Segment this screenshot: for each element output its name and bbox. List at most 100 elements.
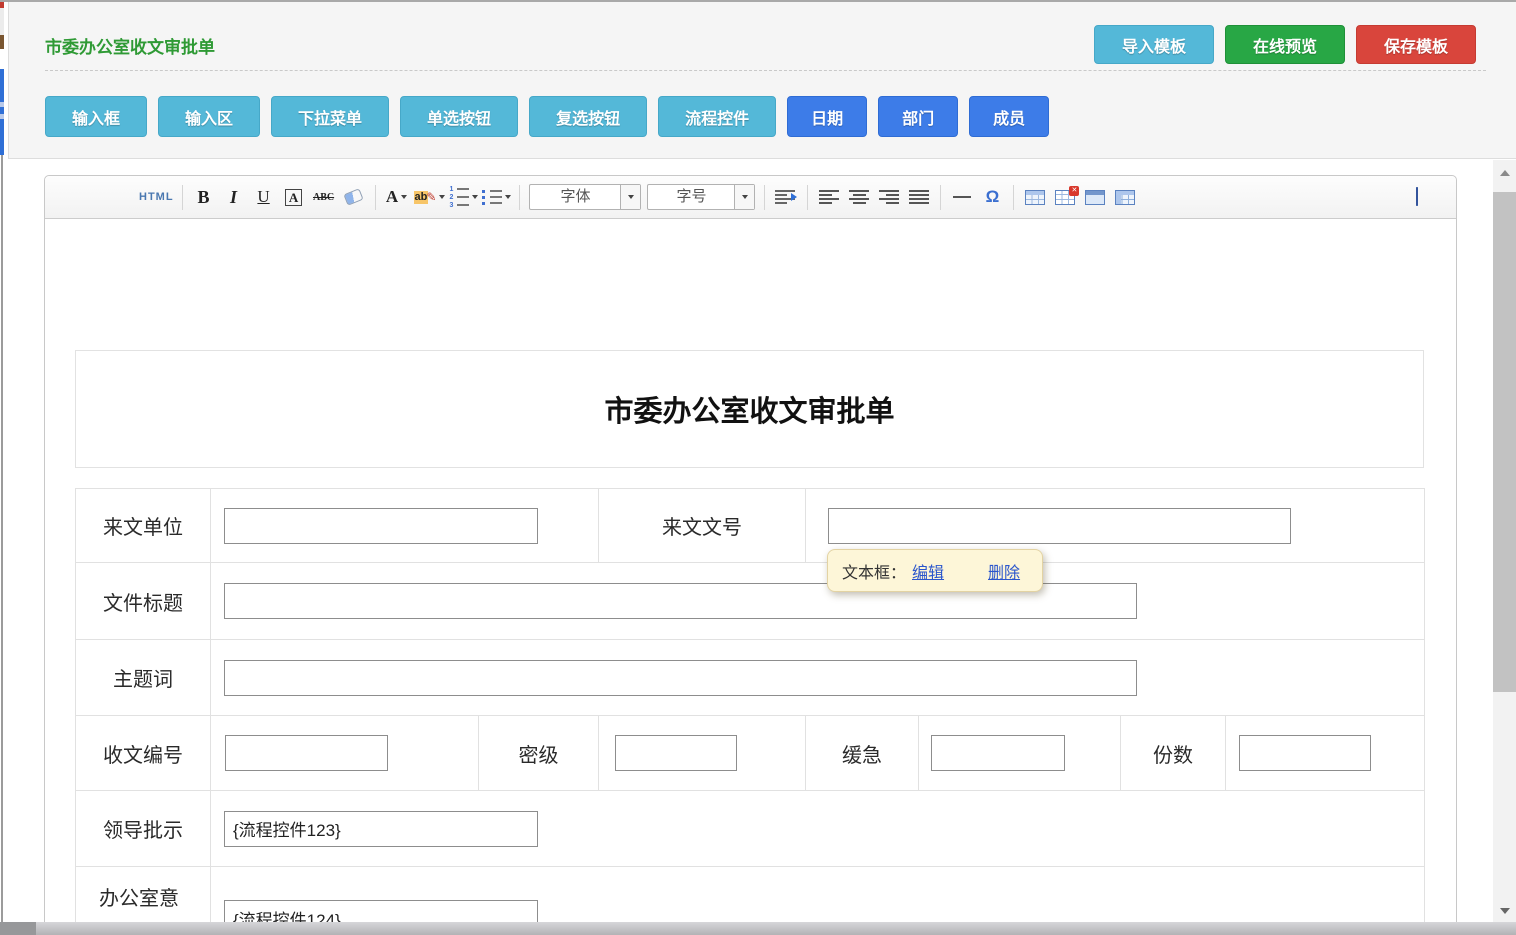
- toolbar-separator: [375, 185, 376, 210]
- chevron-down-icon: [505, 195, 511, 199]
- label-incoming-doc-number: 来文文号: [599, 489, 806, 563]
- scrollbar-thumb[interactable]: [1493, 192, 1516, 692]
- import-template-button[interactable]: 导入模板: [1094, 25, 1214, 64]
- receipt-number-input[interactable]: [225, 735, 388, 771]
- insert-table-button[interactable]: [1022, 184, 1048, 210]
- vertical-scrollbar[interactable]: [1493, 160, 1516, 935]
- control-toolbox: 输入框 输入区 下拉菜单 单选按钮 复选按钮 流程控件 日期 部门 成员: [45, 96, 1049, 137]
- chevron-down-icon[interactable]: [734, 185, 754, 209]
- toolbox-member-button[interactable]: 成员: [969, 96, 1049, 137]
- window-bottom-edge: [0, 922, 1516, 935]
- align-center-button[interactable]: [846, 184, 872, 210]
- urgency-input[interactable]: [931, 735, 1065, 771]
- delete-link[interactable]: 删除: [988, 559, 1020, 583]
- table-properties-button[interactable]: [1082, 184, 1108, 210]
- remove-format-eraser-button[interactable]: [341, 184, 367, 210]
- label-incoming-unit: 来文单位: [76, 489, 211, 563]
- unordered-list-icon: [482, 190, 502, 205]
- cell-properties-button[interactable]: [1112, 184, 1138, 210]
- special-char-button[interactable]: Ω: [979, 184, 1005, 210]
- subject-words-input[interactable]: [224, 660, 1137, 696]
- edit-link[interactable]: 编辑: [912, 559, 944, 583]
- page-title: 市委办公室收文审批单: [45, 33, 215, 58]
- toolbox-dropdown-button[interactable]: 下拉菜单: [271, 96, 389, 137]
- align-right-button[interactable]: [876, 184, 902, 210]
- incoming-unit-input[interactable]: [224, 508, 538, 544]
- align-left-icon: [819, 190, 839, 204]
- delete-table-button[interactable]: ✕: [1052, 184, 1078, 210]
- tooltip-prefix: 文本框：: [842, 559, 906, 583]
- font-color-button[interactable]: A: [384, 184, 410, 210]
- fullscreen-button[interactable]: [1404, 184, 1430, 210]
- toolbar-separator: [940, 185, 941, 210]
- ordered-list-icon: 1 2 3: [449, 187, 469, 208]
- strikethrough-button[interactable]: ABC: [311, 184, 337, 210]
- table-row: 文件标题: [76, 563, 1425, 640]
- header-panel: 市委办公室收文审批单 导入模板 在线预览 保存模板 输入框 输入区 下拉菜单 单…: [8, 2, 1516, 159]
- italic-button[interactable]: I: [221, 184, 247, 210]
- monitor-icon: [1416, 188, 1418, 206]
- highlight-color-button[interactable]: ab✎: [414, 184, 446, 210]
- security-level-input[interactable]: [615, 735, 737, 771]
- ordered-list-button[interactable]: 1 2 3: [449, 184, 478, 210]
- font-style-button[interactable]: A: [281, 184, 307, 210]
- toolbox-textarea-button[interactable]: 输入区: [158, 96, 260, 137]
- font-family-select[interactable]: 字体: [529, 184, 641, 210]
- html-source-button[interactable]: HTML: [139, 184, 174, 210]
- unordered-list-button[interactable]: [482, 184, 511, 210]
- strip-brown-segment: [0, 35, 4, 49]
- toolbar-separator: [182, 185, 183, 210]
- template-actions: 导入模板 在线预览 保存模板: [1094, 25, 1476, 64]
- align-center-icon: [849, 190, 869, 204]
- scroll-up-arrow[interactable]: [1493, 162, 1516, 184]
- incoming-doc-number-input[interactable]: [828, 508, 1291, 544]
- online-preview-button[interactable]: 在线预览: [1225, 25, 1345, 64]
- dotted-divider: [45, 70, 1486, 71]
- horizontal-rule-button[interactable]: [949, 184, 975, 210]
- align-justify-icon: [909, 190, 929, 204]
- underline-button[interactable]: U: [251, 184, 277, 210]
- arrow-down-icon: [1500, 908, 1510, 914]
- bold-button[interactable]: B: [191, 184, 217, 210]
- toolbox-checkbox-button[interactable]: 复选按钮: [529, 96, 647, 137]
- indent-button[interactable]: [773, 184, 799, 210]
- toolbox-date-button[interactable]: 日期: [787, 96, 867, 137]
- toolbar-separator: [807, 185, 808, 210]
- toolbox-department-button[interactable]: 部门: [878, 96, 958, 137]
- rich-text-editor: HTML B I U A ABC A ab✎ 1 2 3 字体: [44, 175, 1457, 935]
- form-title: 市委办公室收文审批单: [604, 388, 894, 430]
- chevron-down-icon: [401, 195, 407, 199]
- label-subject-words: 主题词: [76, 640, 211, 716]
- toolbox-input-box-button[interactable]: 输入框: [45, 96, 147, 137]
- editor-content-area[interactable]: 市委办公室收文审批单 来文单位 来文文号 文件标题: [45, 219, 1456, 934]
- textbox-context-tooltip: 文本框： 编辑 删除: [827, 549, 1043, 592]
- chevron-down-icon[interactable]: [620, 185, 640, 209]
- window-bottom-corner: [0, 922, 36, 935]
- leader-instructions-input[interactable]: [224, 811, 538, 847]
- arrow-up-icon: [1500, 170, 1510, 176]
- copies-input[interactable]: [1239, 735, 1371, 771]
- approval-form-table: 来文单位 来文文号 文件标题 主题词: [75, 488, 1425, 934]
- label-security-level: 密级: [479, 716, 599, 791]
- font-size-select[interactable]: 字号: [647, 184, 755, 210]
- cell-document-title: [211, 563, 1425, 640]
- align-justify-button[interactable]: [906, 184, 932, 210]
- cell-receipt-number: [211, 716, 479, 791]
- label-copies: 份数: [1121, 716, 1226, 791]
- toolbox-radio-button[interactable]: 单选按钮: [400, 96, 518, 137]
- cell-subject-words: [211, 640, 1425, 716]
- table-row: 来文单位 来文文号: [76, 489, 1425, 563]
- label-receipt-number: 收文编号: [76, 716, 211, 791]
- toolbar-separator: [1013, 185, 1014, 210]
- editor-toolbar: HTML B I U A ABC A ab✎ 1 2 3 字体: [45, 176, 1456, 219]
- chevron-down-icon: [472, 195, 478, 199]
- label-leader-instructions: 领导批示: [76, 791, 211, 867]
- chevron-down-icon: [439, 195, 445, 199]
- align-left-button[interactable]: [816, 184, 842, 210]
- cell-copies: [1226, 716, 1425, 791]
- save-template-button[interactable]: 保存模板: [1356, 25, 1476, 64]
- toolbox-flow-control-button[interactable]: 流程控件: [658, 96, 776, 137]
- scroll-down-arrow[interactable]: [1493, 900, 1516, 922]
- strip-grey-segment: [0, 8, 4, 35]
- strip-white-segment: [0, 49, 4, 69]
